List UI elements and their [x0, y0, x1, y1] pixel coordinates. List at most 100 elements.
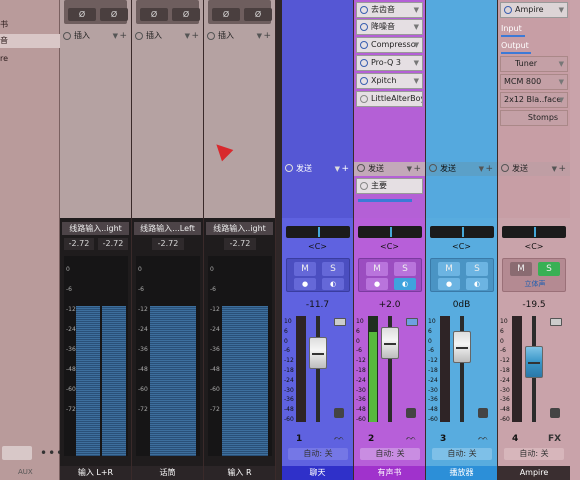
input-name[interactable]: 线路输入...Left: [134, 222, 201, 235]
bypass-button[interactable]: Ø: [100, 8, 128, 21]
monitor-icon[interactable]: ◐: [466, 278, 488, 290]
chevron-down-icon[interactable]: ▼: [479, 162, 484, 176]
automation-button[interactable]: 自动: 关: [360, 448, 420, 460]
bypass-button[interactable]: Ø: [244, 8, 272, 21]
automation-button[interactable]: 自动: 关: [504, 448, 564, 460]
solo-button[interactable]: S: [394, 262, 416, 276]
plugin-slot[interactable]: LittleAlterBoy: [356, 91, 423, 107]
automation-button[interactable]: 自动: 关: [432, 448, 492, 460]
automation-button[interactable]: 自动: 关: [288, 448, 348, 460]
input-level-bar[interactable]: [501, 35, 525, 37]
add-insert-icon[interactable]: +: [191, 30, 199, 42]
insert-row[interactable]: 插入 ▼ +: [60, 30, 131, 42]
amp-model-select[interactable]: MCM 800 ▼: [500, 74, 568, 90]
fader-handle[interactable]: [453, 330, 471, 363]
solo-button[interactable]: S: [322, 262, 344, 276]
bypass-button[interactable]: Ø: [68, 8, 96, 21]
power-icon[interactable]: [285, 164, 293, 172]
fader-handle[interactable]: [309, 336, 327, 369]
cab-model-select[interactable]: 2x12 Bla..face ▼: [500, 92, 568, 108]
power-icon[interactable]: [360, 6, 368, 14]
browser-item[interactable]: re: [0, 52, 60, 66]
channel-mode-icon[interactable]: [550, 318, 562, 326]
send-row[interactable]: 发送 ▼ +: [354, 162, 425, 176]
add-insert-icon[interactable]: +: [263, 30, 271, 42]
record-icon[interactable]: [334, 408, 344, 418]
monitor-icon[interactable]: ◐: [394, 278, 416, 290]
fader-handle[interactable]: [381, 327, 399, 360]
chevron-down-icon[interactable]: ▼: [414, 56, 419, 70]
chevron-down-icon[interactable]: ▼: [257, 30, 262, 42]
power-icon[interactable]: [360, 95, 368, 103]
chevron-down-icon[interactable]: ▼: [414, 20, 419, 34]
channel-label[interactable]: Ampire: [498, 466, 570, 480]
plugin-slot[interactable]: 降噪音 ▼: [356, 19, 423, 35]
plugin-slot[interactable]: Xpitch ▼: [356, 73, 423, 89]
bypass-button[interactable]: Ø: [140, 8, 168, 21]
send-row[interactable]: 发送 ▼ +: [282, 162, 353, 176]
chevron-down-icon[interactable]: ▼: [559, 57, 564, 71]
add-send-icon[interactable]: +: [341, 162, 349, 176]
channel-mode-icon[interactable]: [334, 318, 346, 326]
send-level-bar[interactable]: [358, 199, 412, 202]
tuner-button[interactable]: Tuner ▼: [500, 56, 568, 72]
power-icon[interactable]: [360, 23, 368, 31]
chevron-down-icon[interactable]: ▼: [407, 162, 412, 176]
power-icon[interactable]: [63, 32, 71, 40]
pan-knob[interactable]: [502, 226, 566, 238]
channel-label[interactable]: 聊天: [282, 466, 353, 480]
power-icon[interactable]: [357, 164, 365, 172]
bypass-button[interactable]: Ø: [212, 8, 240, 21]
solo-button[interactable]: S: [466, 262, 488, 276]
record-arm-icon[interactable]: ●: [366, 278, 388, 290]
fx-label[interactable]: FX: [548, 434, 561, 444]
insert-row[interactable]: 插入 ▼ +: [204, 30, 275, 42]
record-arm-icon[interactable]: ●: [438, 278, 460, 290]
browser-search-field[interactable]: [2, 446, 32, 460]
waveform-icon[interactable]: ᨓ: [334, 433, 345, 443]
chevron-down-icon[interactable]: ▼: [185, 30, 190, 42]
insert-row[interactable]: 插入 ▼ +: [132, 30, 203, 42]
power-icon[interactable]: [501, 164, 509, 172]
add-send-icon[interactable]: +: [413, 162, 421, 176]
power-icon[interactable]: [429, 164, 437, 172]
channel-label[interactable]: 有声书: [354, 466, 425, 480]
input-name[interactable]: 线路输入..ight: [206, 222, 273, 235]
output-level-bar[interactable]: [501, 52, 531, 54]
channel-mode-icon[interactable]: [406, 318, 418, 326]
power-icon[interactable]: [207, 32, 215, 40]
send-row[interactable]: 发送 ▼ +: [498, 162, 570, 176]
plugin-slot[interactable]: 去齿音 ▼: [356, 2, 423, 18]
power-icon[interactable]: [135, 32, 143, 40]
power-icon[interactable]: [360, 77, 368, 85]
pan-knob[interactable]: [286, 226, 350, 238]
power-icon[interactable]: [360, 182, 368, 190]
chevron-down-icon[interactable]: ▼: [414, 74, 419, 88]
input-name[interactable]: 线路输入..ight: [62, 222, 129, 235]
record-arm-icon[interactable]: ●: [294, 278, 316, 290]
add-insert-icon[interactable]: +: [119, 30, 127, 42]
fader-handle[interactable]: [525, 345, 543, 378]
chevron-down-icon[interactable]: ▼: [113, 30, 118, 42]
stereo-label[interactable]: 立体声: [510, 278, 560, 290]
record-icon[interactable]: [478, 408, 488, 418]
mute-button[interactable]: M: [510, 262, 532, 276]
waveform-icon[interactable]: ᨓ: [406, 433, 417, 443]
waveform-icon[interactable]: ᨓ: [478, 433, 489, 443]
mute-button[interactable]: M: [438, 262, 460, 276]
send-row[interactable]: 发送 ▼ +: [426, 162, 497, 176]
add-send-icon[interactable]: +: [485, 162, 493, 176]
send-target-slot[interactable]: 主要: [356, 178, 423, 194]
record-icon[interactable]: [550, 408, 560, 418]
chevron-down-icon[interactable]: ▼: [414, 3, 419, 17]
solo-button[interactable]: S: [538, 262, 560, 276]
chevron-down-icon[interactable]: ▼: [559, 93, 564, 107]
channel-label[interactable]: 播放器: [426, 466, 497, 480]
mute-button[interactable]: M: [294, 262, 316, 276]
stomps-button[interactable]: Stomps: [500, 110, 568, 126]
bypass-button[interactable]: Ø: [172, 8, 200, 21]
plugin-slot[interactable]: Ampire ▼: [500, 2, 568, 18]
chevron-down-icon[interactable]: ▼: [335, 162, 340, 176]
monitor-icon[interactable]: ◐: [322, 278, 344, 290]
browser-item[interactable]: 书: [0, 18, 60, 32]
